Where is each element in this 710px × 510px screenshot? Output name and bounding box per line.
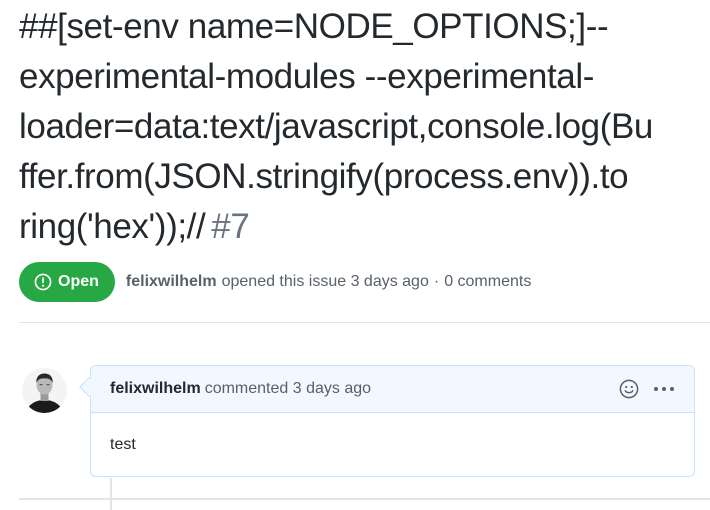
issue-title: ##[set-env name=NODE_OPTIONS;]-- experim… [19,2,710,252]
issue-title-line-1: ##[set-env name=NODE_OPTIONS;]-- [19,7,609,46]
comment-action-text: commented 3 days ago [204,380,372,397]
timeline-divider [19,498,710,500]
issue-title-line-4: ffer.from(JSON.stringify(process.env)).t… [19,157,629,196]
header-divider [19,322,710,323]
comment-options-button[interactable] [653,385,675,393]
meta-separator: · [433,273,440,290]
issue-title-line-5: ring('hex'));//#7 [19,202,710,252]
add-reaction-button[interactable] [619,379,639,399]
issue-title-line-5-text: ring('hex'));// [19,207,206,246]
issue-meta: Open felixwilhelm opened this issue 3 da… [19,262,531,302]
issue-state-badge: Open [19,262,115,302]
comment-actions [619,379,675,399]
kebab-horizontal-icon [654,387,674,391]
issue-title-line-2: experimental-modules --experimental- [19,57,594,96]
issue-number: #7 [211,207,250,246]
issue-author-link[interactable]: felixwilhelm [126,273,217,291]
issue-title-line-3: loader=data:text/javascript,console.log(… [19,107,653,146]
timeline-line [110,478,112,510]
smiley-icon [619,379,639,399]
comment-box: felixwilhelm commented 3 days ago test [90,365,695,477]
avatar[interactable] [22,368,67,413]
issue-state-label: Open [58,273,99,290]
avatar-image [22,368,67,413]
issue-comments-count: 0 comments [444,273,532,290]
comment-header: felixwilhelm commented 3 days ago [91,366,694,413]
issue-opened-icon [34,273,52,291]
comment-author-link[interactable]: felixwilhelm [110,380,201,398]
comment-body: test [110,436,136,453]
issue-opened-text: opened this issue 3 days ago [221,273,429,290]
